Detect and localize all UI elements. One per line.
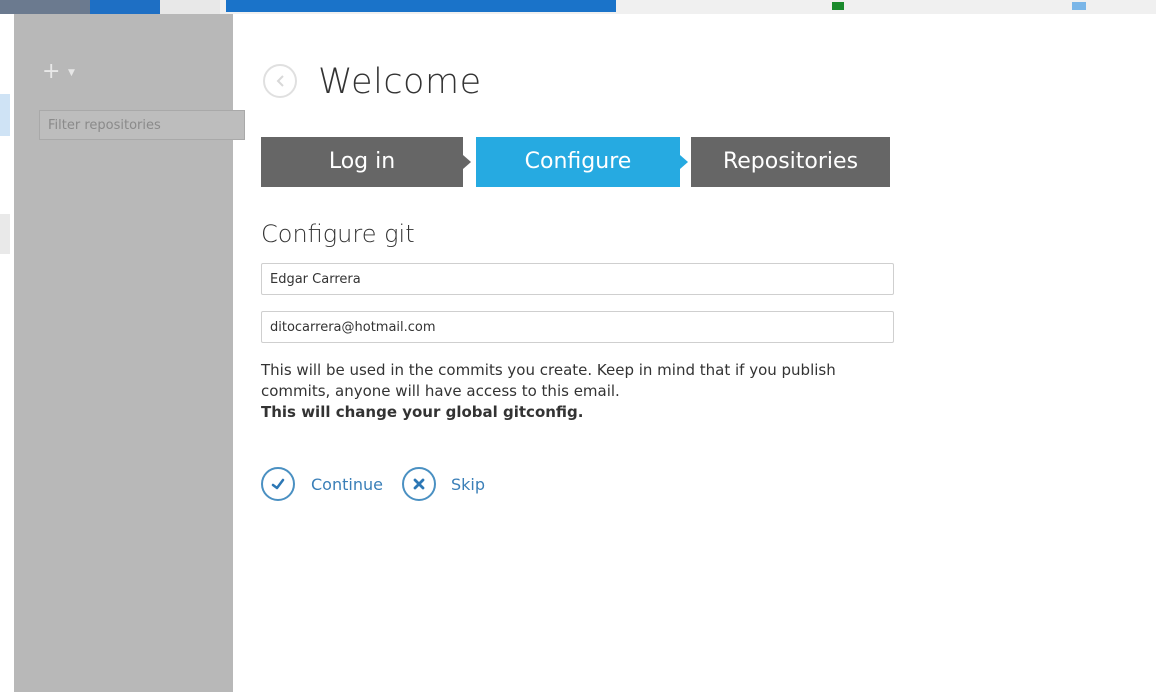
continue-link[interactable]: Continue	[311, 475, 383, 494]
description: This will be used in the commits you cre…	[261, 360, 901, 423]
step-indicator: Log in Configure Repositories	[261, 137, 891, 187]
background-indicator-2	[1072, 2, 1086, 10]
step-log-in: Log in	[261, 137, 463, 187]
name-field[interactable]	[261, 263, 894, 295]
description-text: This will be used in the commits you cre…	[261, 361, 836, 400]
close-icon	[413, 478, 425, 490]
chevron-down-icon[interactable]: ▼	[68, 68, 75, 78]
filter-repositories-input[interactable]	[39, 110, 245, 140]
plus-icon[interactable]: +	[42, 61, 60, 83]
email-field[interactable]	[261, 311, 894, 343]
background-panel	[160, 0, 220, 14]
background-titlebar-2	[226, 0, 616, 12]
skip-link[interactable]: Skip	[451, 475, 485, 494]
background-thumbnail	[0, 0, 90, 14]
step-arrow	[680, 155, 688, 169]
section-title: Configure git	[261, 220, 415, 248]
background-window-strip	[0, 0, 1156, 14]
background-edge-block	[0, 94, 10, 136]
background-indicator	[832, 2, 844, 10]
step-configure: Configure	[476, 137, 680, 187]
check-icon	[271, 478, 285, 490]
background-edge-block-2	[0, 214, 10, 254]
warning-text: This will change your global gitconfig.	[261, 403, 584, 421]
chevron-left-icon	[276, 75, 284, 87]
continue-button[interactable]	[261, 467, 295, 501]
sidebar: + ▼	[14, 14, 245, 692]
form-actions: Continue Skip	[261, 467, 501, 503]
page-title: Welcome	[318, 62, 482, 102]
background-window-edge	[0, 14, 14, 692]
step-arrow	[463, 155, 471, 169]
background-titlebar	[90, 0, 160, 14]
step-repositories: Repositories	[691, 137, 890, 187]
back-button[interactable]	[263, 64, 297, 98]
skip-button[interactable]	[402, 467, 436, 501]
